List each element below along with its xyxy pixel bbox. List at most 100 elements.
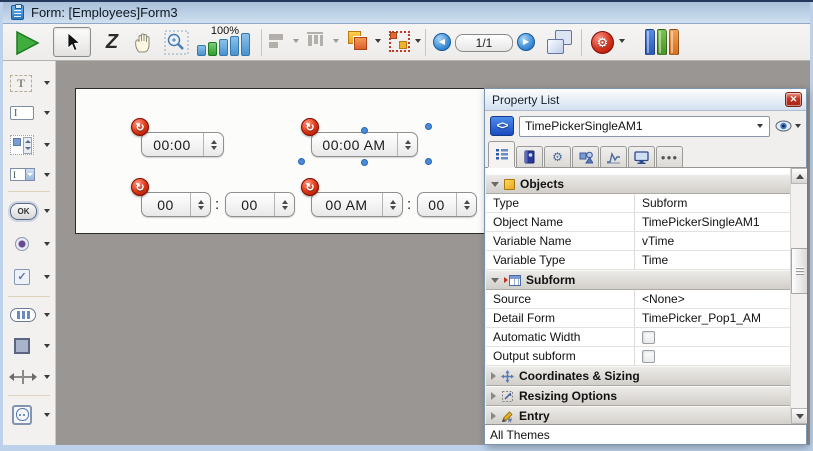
- time-stepper[interactable]: 00:00: [141, 132, 224, 157]
- level-dropdown-arrow-icon[interactable]: [375, 39, 381, 43]
- section-header-subform[interactable]: Subform: [486, 270, 790, 290]
- timepicker-widget-split-24h[interactable]: ↻ 00 : 00: [141, 192, 295, 217]
- selection-handle-top-right[interactable]: [425, 123, 432, 130]
- palette-rectangle[interactable]: [3, 330, 55, 361]
- form-design-area[interactable]: ↻ 00:00 ↻ 00:00 AM ↻ 00 : 00 ↻: [75, 88, 486, 234]
- page-indicator-field[interactable]: 1/1: [455, 34, 513, 52]
- palette-button-grid[interactable]: [3, 300, 55, 330]
- library-button[interactable]: [645, 29, 679, 55]
- selection-handle-bottom-center[interactable]: [361, 159, 368, 166]
- property-value-object-name[interactable]: TimePickerSingleAM1: [634, 213, 790, 231]
- stepper-arrows-icon[interactable]: [203, 133, 223, 156]
- text-input-dropdown-arrow-icon[interactable]: [44, 111, 50, 115]
- zoom-bar-1[interactable]: [197, 45, 206, 56]
- execute-form-button[interactable]: [11, 28, 43, 57]
- property-value-source[interactable]: <None>: [634, 290, 790, 308]
- actions-dropdown-arrow-icon[interactable]: [619, 39, 625, 43]
- property-value-detail-form[interactable]: TimePicker_Pop1_AM: [634, 309, 790, 327]
- close-icon[interactable]: ✕: [785, 92, 802, 107]
- alignment-dropdown-arrow-icon[interactable]: [293, 39, 299, 43]
- group-menu-button[interactable]: [389, 31, 410, 52]
- property-list-titlebar[interactable]: Property List ✕: [485, 89, 806, 111]
- select-tool-button[interactable]: [53, 27, 91, 57]
- section-header-resizing[interactable]: Resizing Options: [486, 386, 790, 406]
- palette-radio-button[interactable]: [3, 227, 55, 260]
- view-filter-control[interactable]: [775, 120, 801, 132]
- selection-handle-top-center[interactable]: [361, 127, 368, 134]
- zoom-bar-4[interactable]: [230, 36, 239, 56]
- property-value-variable-type[interactable]: Time: [634, 251, 790, 269]
- palette-list-box[interactable]: [3, 128, 55, 161]
- tab-objects[interactable]: [572, 146, 599, 167]
- zoom-tool-button[interactable]: [161, 28, 191, 57]
- alignment-menu-button[interactable]: [269, 33, 285, 47]
- level-menu-button[interactable]: [347, 30, 369, 52]
- property-scrollbar[interactable]: [790, 168, 807, 424]
- splitter-dropdown-arrow-icon[interactable]: [44, 375, 50, 379]
- palette-combo-box[interactable]: I: [3, 161, 55, 188]
- scroll-down-button[interactable]: [791, 408, 807, 424]
- tab-more[interactable]: ●●●: [656, 146, 683, 167]
- button-grid-dropdown-arrow-icon[interactable]: [44, 313, 50, 317]
- list-box-dropdown-arrow-icon[interactable]: [44, 143, 50, 147]
- palette-splitter[interactable]: [3, 361, 55, 392]
- time-stepper[interactable]: 00:00 AM: [311, 132, 418, 157]
- minutes-stepper[interactable]: 00: [225, 192, 295, 217]
- subform-dropdown-arrow-icon[interactable]: [44, 413, 50, 417]
- checkbox-dropdown-arrow-icon[interactable]: [44, 275, 50, 279]
- object-actions-button[interactable]: ⚙: [591, 31, 614, 54]
- palette-button[interactable]: OK: [3, 195, 55, 227]
- zoom-bar-5[interactable]: [241, 33, 250, 56]
- distribution-dropdown-arrow-icon[interactable]: [333, 39, 339, 43]
- tab-property-list[interactable]: [488, 141, 515, 167]
- timepicker-widget-24h[interactable]: ↻ 00:00: [141, 132, 224, 157]
- button-dropdown-arrow-icon[interactable]: [44, 209, 50, 213]
- hours-am-stepper[interactable]: 00 AM: [311, 192, 403, 217]
- section-header-entry[interactable]: # Entry: [486, 406, 790, 424]
- stepper-arrows-icon[interactable]: [456, 193, 476, 216]
- stepper-arrows-icon[interactable]: [382, 193, 402, 216]
- stepper-arrows-icon[interactable]: [397, 133, 417, 156]
- property-value-type[interactable]: Subform: [634, 194, 790, 212]
- entry-order-tool-button[interactable]: Z: [97, 28, 127, 57]
- selection-handle-bottom-left[interactable]: [298, 158, 305, 165]
- group-dropdown-arrow-icon[interactable]: [415, 39, 421, 43]
- stepper-arrows-icon[interactable]: [190, 193, 210, 216]
- code-editor-icon[interactable]: <>: [490, 116, 514, 136]
- radio-dropdown-arrow-icon[interactable]: [44, 242, 50, 246]
- palette-checkbox[interactable]: ✓: [3, 260, 55, 293]
- themes-filter-bar[interactable]: All Themes: [485, 424, 806, 444]
- move-tool-button[interactable]: [129, 28, 159, 57]
- zoom-bar-3[interactable]: [219, 39, 228, 56]
- rectangle-dropdown-arrow-icon[interactable]: [44, 344, 50, 348]
- tab-display[interactable]: [628, 146, 655, 167]
- palette-subform[interactable]: [3, 399, 55, 430]
- timepicker-widget-am-selected[interactable]: ↻ 00:00 AM: [311, 132, 418, 157]
- property-value-variable-name[interactable]: vTime: [634, 232, 790, 250]
- minutes-stepper[interactable]: 00: [417, 192, 477, 217]
- zoom-level-control[interactable]: 100%: [193, 25, 257, 59]
- tab-events[interactable]: [600, 146, 627, 167]
- static-text-dropdown-arrow-icon[interactable]: [44, 81, 50, 85]
- selection-handle-bottom-right[interactable]: [425, 158, 432, 165]
- hours-stepper[interactable]: 00: [141, 192, 211, 217]
- tab-settings[interactable]: ⚙: [544, 146, 571, 167]
- palette-text-input[interactable]: I: [3, 98, 55, 128]
- section-header-coordinates[interactable]: Coordinates & Sizing: [486, 366, 790, 386]
- automatic-width-checkbox[interactable]: [642, 331, 655, 344]
- window-titlebar[interactable]: Form: [Employees]Form3: [3, 2, 810, 24]
- zoom-bar-current[interactable]: [208, 42, 217, 56]
- distribution-menu-button[interactable]: [307, 32, 325, 46]
- section-header-objects[interactable]: Objects: [486, 174, 790, 194]
- combo-box-dropdown-arrow-icon[interactable]: [44, 173, 50, 177]
- tab-database[interactable]: [516, 146, 543, 167]
- form-pages-button[interactable]: [547, 30, 573, 54]
- scrollbar-thumb[interactable]: [791, 248, 807, 294]
- previous-page-button[interactable]: ◀: [433, 33, 451, 51]
- timepicker-widget-split-am[interactable]: ↻ 00 AM : 00: [311, 192, 477, 217]
- output-subform-checkbox[interactable]: [642, 350, 655, 363]
- palette-static-text[interactable]: T: [3, 68, 55, 98]
- stepper-arrows-icon[interactable]: [274, 193, 294, 216]
- selected-object-combobox[interactable]: TimePickerSingleAM1: [519, 116, 770, 137]
- scroll-up-button[interactable]: [791, 168, 807, 184]
